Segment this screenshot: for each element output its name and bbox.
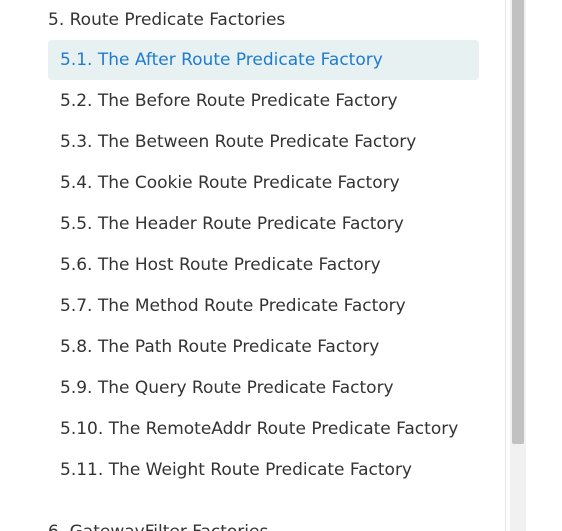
- toc-item-query[interactable]: 5.9. The Query Route Predicate Factory: [48, 368, 479, 408]
- toc-item-path[interactable]: 5.8. The Path Route Predicate Factory: [48, 327, 479, 367]
- scrollbar-thumb[interactable]: [512, 0, 524, 444]
- toc-panel: 5. Route Predicate Factories 5.1. The Af…: [0, 0, 562, 531]
- toc-item-before[interactable]: 5.2. The Before Route Predicate Factory: [48, 81, 479, 121]
- section-title-route-predicate-factories[interactable]: 5. Route Predicate Factories: [48, 8, 285, 32]
- toc-item-host[interactable]: 5.6. The Host Route Predicate Factory: [48, 245, 479, 285]
- toc-item-remoteaddr[interactable]: 5.10. The RemoteAddr Route Predicate Fac…: [48, 409, 479, 449]
- panel-divider: [505, 0, 506, 531]
- toc-item-after[interactable]: 5.1. The After Route Predicate Factory: [48, 40, 479, 80]
- toc-list: 5.1. The After Route Predicate Factory 5…: [48, 40, 479, 491]
- toc-item-cookie[interactable]: 5.4. The Cookie Route Predicate Factory: [48, 163, 479, 203]
- toc-item-weight[interactable]: 5.11. The Weight Route Predicate Factory: [48, 450, 479, 490]
- toc-item-method[interactable]: 5.7. The Method Route Predicate Factory: [48, 286, 479, 326]
- scrollbar-track[interactable]: [510, 0, 526, 531]
- toc-item-header[interactable]: 5.5. The Header Route Predicate Factory: [48, 204, 479, 244]
- section-title-gatewayfilter-factories[interactable]: 6. GatewayFilter Factories: [48, 520, 268, 531]
- toc-item-between[interactable]: 5.3. The Between Route Predicate Factory: [48, 122, 479, 162]
